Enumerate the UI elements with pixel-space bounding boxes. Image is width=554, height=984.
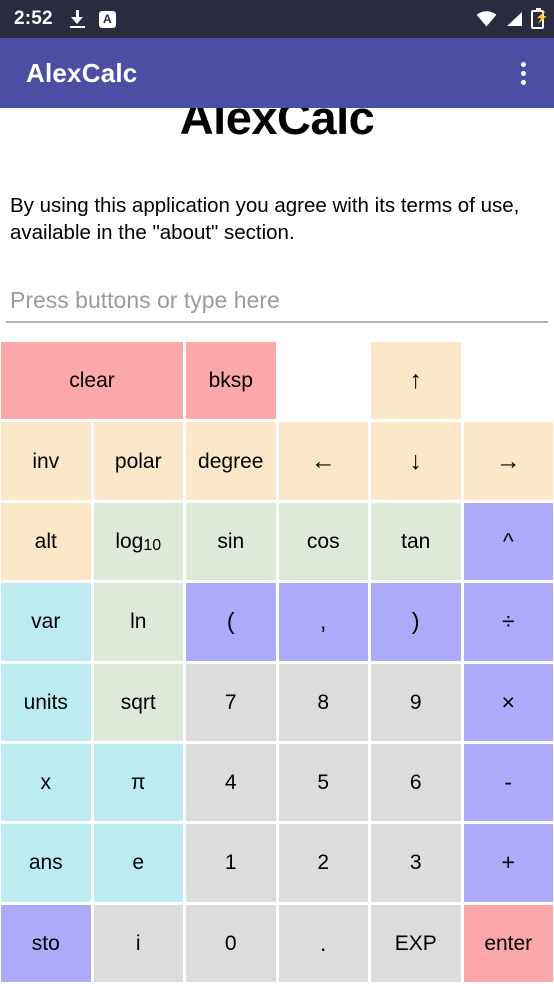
key-inv[interactable]: inv — [1, 422, 91, 500]
key-power[interactable]: ^ — [463, 502, 553, 581]
expression-input[interactable] — [6, 285, 548, 316]
page-title: AlexCalc — [179, 108, 375, 144]
terms-disclaimer-text: By using this application you agree with… — [10, 194, 520, 245]
key-ans[interactable]: ans — [1, 824, 91, 902]
key-cursor-left[interactable]: ← — [278, 422, 368, 500]
key-cos[interactable]: cos — [278, 502, 368, 581]
key-log10-label: log — [115, 529, 144, 553]
key-log10-subscript: 10 — [143, 537, 162, 555]
key-9[interactable]: 9 — [371, 663, 461, 741]
key-sto[interactable]: sto — [1, 904, 91, 982]
key-cursor-up[interactable]: ↑ — [371, 342, 461, 420]
app-bar: AlexCalc — [0, 38, 554, 108]
battery-charging-icon: ⚡ — [531, 7, 549, 29]
key-empty — [279, 342, 369, 419]
key-log10[interactable]: log 10 — [93, 502, 183, 581]
key-e[interactable]: e — [93, 824, 183, 902]
key-1[interactable]: 1 — [186, 824, 276, 902]
key-enter[interactable]: enter — [463, 904, 553, 982]
key-clear[interactable]: clear — [1, 342, 183, 420]
key-sqrt[interactable]: sqrt — [93, 663, 183, 741]
status-bar-system-icons: ⚡ — [476, 7, 549, 29]
key-ln[interactable]: ln — [93, 583, 183, 661]
key-multiply[interactable]: × — [463, 663, 553, 741]
cellular-signal-icon — [505, 11, 523, 27]
key-minus[interactable]: - — [463, 743, 553, 822]
key-2[interactable]: 2 — [278, 824, 368, 902]
key-open-paren[interactable]: ( — [186, 583, 276, 661]
key-5[interactable]: 5 — [278, 743, 368, 822]
calculator-keypad: clear bksp ↑ inv polar degree ← ↓ → alt log 10 sin co… — [0, 340, 554, 984]
status-bar-notification-icons: A — [69, 10, 116, 28]
app-badge-a-icon: A — [98, 10, 116, 28]
key-decimal-point[interactable]: . — [278, 904, 368, 982]
expression-input-container — [6, 285, 548, 323]
key-3[interactable]: 3 — [371, 824, 461, 902]
status-bar: 2:52 A ⚡ — [0, 0, 554, 38]
key-units[interactable]: units — [1, 663, 91, 741]
key-comma[interactable]: , — [278, 583, 368, 661]
download-icon — [69, 10, 86, 28]
key-4[interactable]: 4 — [186, 743, 276, 822]
key-pi[interactable]: π — [93, 743, 183, 822]
key-empty — [464, 342, 554, 419]
key-i[interactable]: i — [93, 904, 183, 982]
key-7[interactable]: 7 — [186, 663, 276, 741]
overflow-menu-icon[interactable] — [510, 56, 536, 90]
key-cursor-right[interactable]: → — [463, 422, 553, 500]
key-bksp[interactable]: bksp — [186, 342, 276, 420]
key-polar[interactable]: polar — [93, 422, 183, 500]
wifi-icon — [476, 11, 497, 27]
charging-bolt-icon: ⚡ — [535, 11, 549, 24]
status-bar-clock: 2:52 — [14, 8, 53, 29]
key-exp[interactable]: EXP — [371, 904, 461, 982]
app-title: AlexCalc — [26, 57, 138, 88]
key-divide[interactable]: ÷ — [463, 583, 553, 661]
key-alt[interactable]: alt — [1, 502, 91, 581]
main-content: AlexCalc By using this application you a… — [0, 108, 554, 984]
key-8[interactable]: 8 — [278, 663, 368, 741]
key-close-paren[interactable]: ) — [371, 583, 461, 661]
key-x[interactable]: x — [1, 743, 91, 822]
calculator-app: 2:52 A ⚡ AlexCalc AlexCalc By using this… — [0, 0, 554, 984]
key-degree[interactable]: degree — [186, 422, 276, 500]
key-var[interactable]: var — [1, 583, 91, 661]
key-0[interactable]: 0 — [186, 904, 276, 982]
key-sin[interactable]: sin — [186, 502, 276, 581]
key-plus[interactable]: + — [463, 824, 553, 902]
key-6[interactable]: 6 — [371, 743, 461, 822]
key-tan[interactable]: tan — [371, 502, 461, 581]
key-cursor-down[interactable]: ↓ — [371, 422, 461, 500]
